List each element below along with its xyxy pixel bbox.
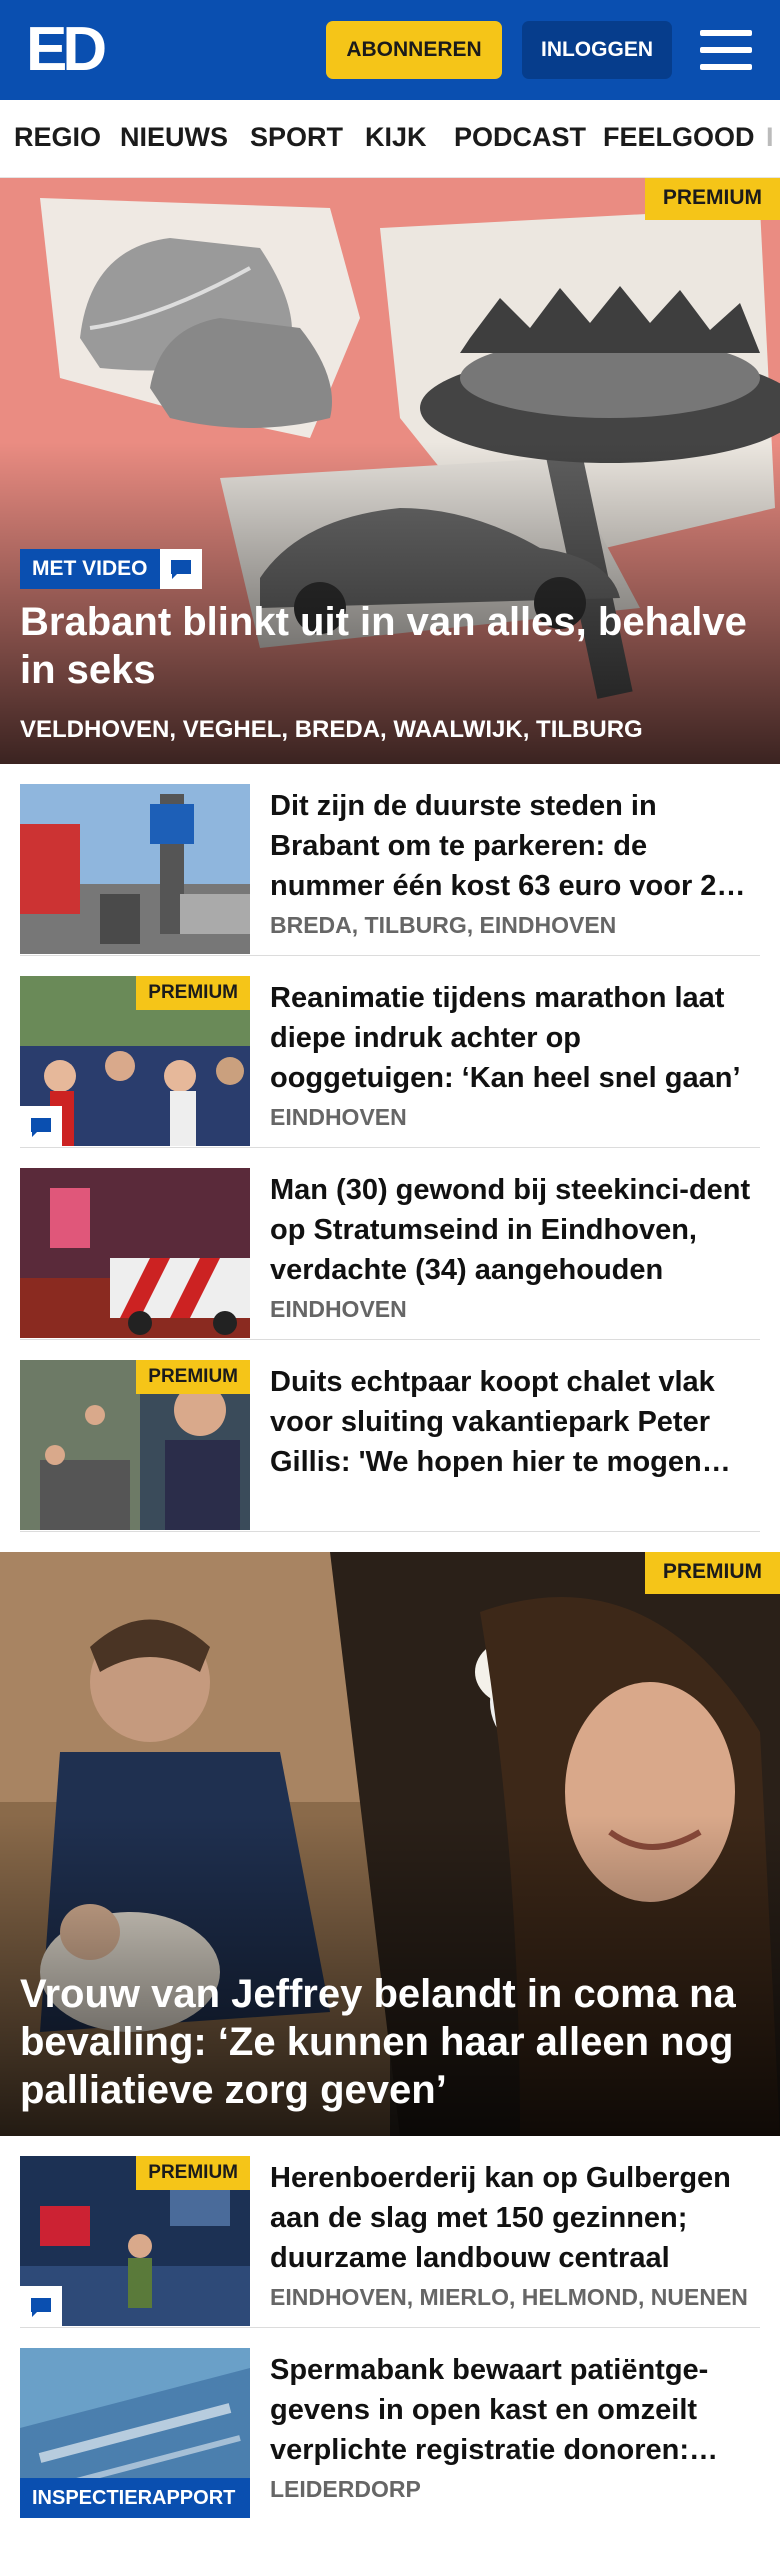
article-thumbnail: PREMIUM	[20, 1360, 250, 1530]
comment-icon	[20, 2286, 62, 2326]
nav-item-overflow[interactable]: I	[766, 122, 774, 153]
article-title[interactable]: Spermabank bewaart patiëntge-gevens in o…	[270, 2350, 760, 2470]
hero-article-1[interactable]: PREMIUM MET VIDEO Brabant blinkt uit in …	[0, 178, 780, 764]
premium-badge: PREMIUM	[136, 2156, 250, 2190]
list-item[interactable]: Dit zijn de duurste steden in Brabant om…	[20, 764, 760, 956]
subscribe-button[interactable]: ABONNEREN	[326, 21, 502, 79]
login-button[interactable]: INLOGGEN	[522, 21, 672, 79]
article-thumbnail	[20, 784, 250, 954]
nav-item-kijk[interactable]: KIJK	[365, 122, 427, 153]
nav-item-feelgood[interactable]: FEELGOOD	[603, 122, 755, 153]
hero-locations: VELDHOVEN, VEGHEL, BREDA, WAALWIJK, TILB…	[20, 716, 643, 743]
nav-item-regio[interactable]: REGIO	[14, 122, 101, 153]
article-locations: EINDHOVEN, MIERLO, HELMOND, NUENEN	[270, 2284, 748, 2310]
hamburger-menu-icon[interactable]	[700, 28, 752, 72]
list-item[interactable]: PREMIUM Herenboerderij kan op Gulbergen …	[20, 2136, 760, 2328]
article-thumbnail	[20, 1168, 250, 1338]
article-locations: EINDHOVEN	[270, 1104, 407, 1130]
article-locations: EINDHOVEN	[270, 1296, 407, 1322]
premium-badge: PREMIUM	[136, 976, 250, 1010]
article-title[interactable]: Herenboerderij kan op Gulbergen aan de s…	[270, 2158, 760, 2278]
article-thumbnail: PREMIUM	[20, 2156, 250, 2326]
list-item[interactable]: Man (30) gewond bij steekinci-dent op St…	[20, 1148, 760, 1340]
premium-badge: PREMIUM	[136, 1360, 250, 1394]
article-title[interactable]: Man (30) gewond bij steekinci-dent op St…	[270, 1170, 760, 1290]
article-thumbnail: PREMIUM	[20, 976, 250, 1146]
premium-badge: PREMIUM	[644, 178, 780, 220]
article-title[interactable]: Reanimatie tijdens marathon laat diepe i…	[270, 978, 760, 1098]
article-locations: LEIDERDORP	[270, 2476, 421, 2502]
category-label: INSPECTIERAPPORT	[20, 2478, 250, 2518]
list-item[interactable]: INSPECTIERAPPORT Spermabank bewaart pati…	[20, 2328, 760, 2560]
article-thumbnail: INSPECTIERAPPORT	[20, 2348, 250, 2518]
hero-title[interactable]: Brabant blinkt uit in van alles, behalve…	[20, 598, 760, 694]
article-title[interactable]: Duits echtpaar koopt chalet vlak voor sl…	[270, 1362, 760, 1482]
video-badge: MET VIDEO	[20, 549, 160, 589]
site-logo[interactable]: ED	[26, 18, 107, 82]
nav-item-sport[interactable]: SPORT	[250, 122, 343, 153]
article-locations: BREDA, TILBURG, EINDHOVEN	[270, 912, 617, 938]
section-nav: REGIO NIEUWS SPORT KIJK PODCAST FEELGOOD…	[0, 100, 780, 178]
premium-badge: PREMIUM	[644, 1552, 780, 1594]
hero-title[interactable]: Vrouw van Jeffrey belandt in coma na bev…	[20, 1970, 760, 2114]
nav-item-podcast[interactable]: PODCAST	[454, 122, 586, 153]
comment-icon	[20, 1106, 62, 1146]
top-bar: ED ABONNEREN INLOGGEN	[0, 0, 780, 100]
comment-icon	[160, 549, 202, 589]
article-title[interactable]: Dit zijn de duurste steden in Brabant om…	[270, 786, 760, 906]
nav-item-nieuws[interactable]: NIEUWS	[120, 122, 228, 153]
list-item[interactable]: PREMIUM Duits echtpaar koopt chalet vlak…	[20, 1340, 760, 1532]
hero-article-2[interactable]: PREMIUM Vrouw van Jeffrey belandt in com…	[0, 1552, 780, 2136]
list-item[interactable]: PREMIUM Reanimatie tijdens marathon laat…	[20, 956, 760, 1148]
